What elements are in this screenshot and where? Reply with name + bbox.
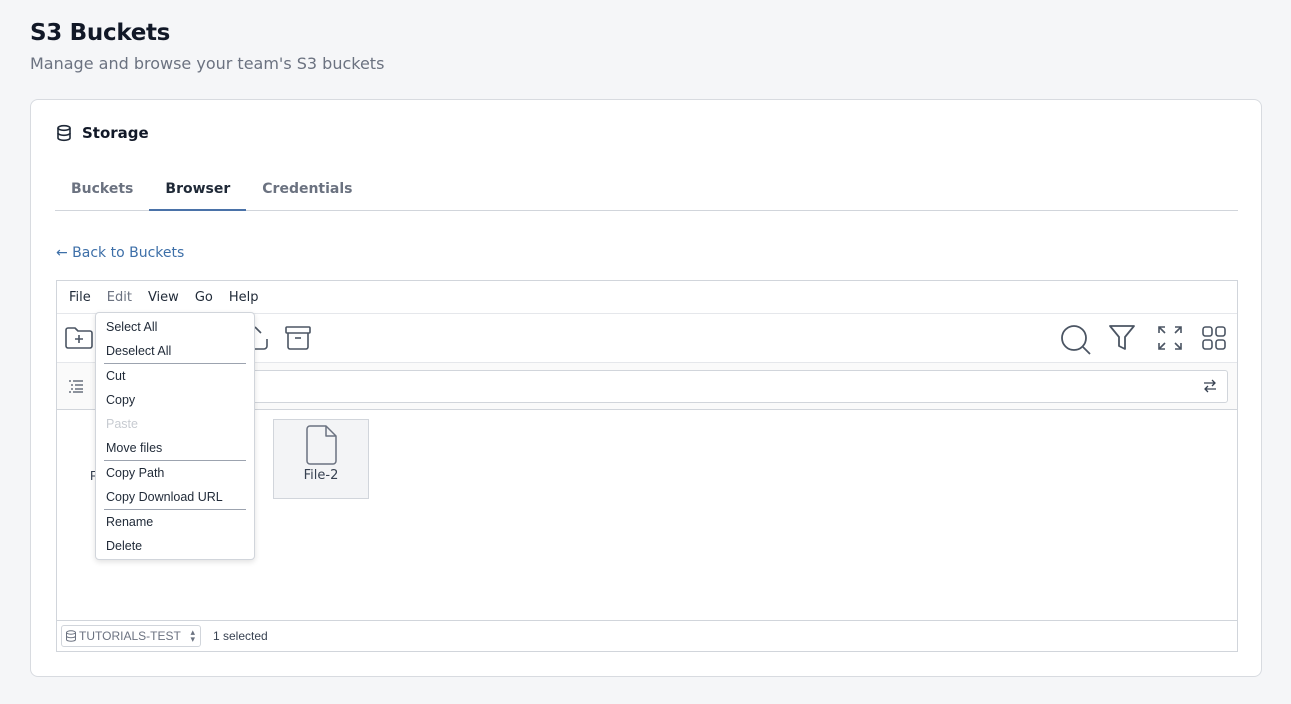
- menu-copy[interactable]: Copy: [96, 388, 254, 412]
- path-input[interactable]: [97, 370, 1228, 403]
- menu-view[interactable]: View: [140, 290, 187, 305]
- menu-help[interactable]: Help: [221, 290, 267, 305]
- menu-move-files[interactable]: Move files: [96, 436, 254, 460]
- swap-icon[interactable]: [1203, 379, 1217, 393]
- page-title: S3 Buckets: [30, 20, 171, 46]
- bucket-name: TUTORIALS-TEST: [79, 629, 181, 643]
- database-small-icon: [65, 630, 77, 642]
- menu-cut[interactable]: Cut: [96, 364, 254, 388]
- menu-edit[interactable]: Edit: [99, 290, 140, 305]
- edit-menu-dropdown: Select All Deselect All Cut Copy Paste M…: [95, 312, 255, 560]
- menu-copy-path[interactable]: Copy Path: [96, 461, 254, 485]
- new-folder-icon[interactable]: [64, 325, 94, 351]
- card-header: Storage: [55, 124, 149, 142]
- menu-delete[interactable]: Delete: [96, 534, 254, 558]
- file-item[interactable]: File-2: [273, 419, 369, 499]
- selection-count: 1 selected: [213, 629, 268, 643]
- filter-icon[interactable]: [1108, 323, 1136, 353]
- grid-view-icon[interactable]: [1201, 325, 1227, 351]
- select-chevron-icon: ▴ ▾: [190, 627, 195, 644]
- menu-paste: Paste: [106, 417, 138, 431]
- search-icon[interactable]: [1060, 324, 1092, 356]
- page-header: S3 Buckets Manage and browse your team's…: [30, 20, 384, 73]
- file-icon: [306, 425, 338, 465]
- archive-icon[interactable]: [284, 324, 312, 352]
- tab-bar: Buckets Browser Credentials: [55, 169, 1238, 211]
- menu-rename[interactable]: Rename: [96, 510, 254, 534]
- menu-deselect-all[interactable]: Deselect All: [96, 339, 254, 363]
- status-bar: TUTORIALS-TEST ▴ ▾ 1 selected: [57, 620, 1237, 651]
- tab-credentials[interactable]: Credentials: [246, 169, 368, 210]
- tab-buckets[interactable]: Buckets: [55, 169, 149, 210]
- database-icon: [55, 124, 73, 142]
- file-name: File-2: [303, 468, 339, 483]
- upload-icon[interactable]: [253, 325, 269, 351]
- card-title: Storage: [82, 124, 149, 142]
- page-subtitle: Manage and browse your team's S3 buckets: [30, 54, 385, 73]
- tab-browser[interactable]: Browser: [149, 169, 247, 211]
- tree-toggle-icon[interactable]: [68, 379, 84, 393]
- fullscreen-icon[interactable]: [1157, 325, 1183, 351]
- back-to-buckets-link[interactable]: ← Back to Buckets: [56, 245, 184, 261]
- menu-file[interactable]: File: [61, 290, 99, 305]
- menu-go[interactable]: Go: [187, 290, 221, 305]
- bucket-selector[interactable]: TUTORIALS-TEST ▴ ▾: [61, 625, 201, 647]
- menu-select-all[interactable]: Select All: [96, 315, 254, 339]
- menubar: File Edit View Go Help: [57, 281, 1237, 314]
- menu-copy-download-url[interactable]: Copy Download URL: [96, 485, 254, 509]
